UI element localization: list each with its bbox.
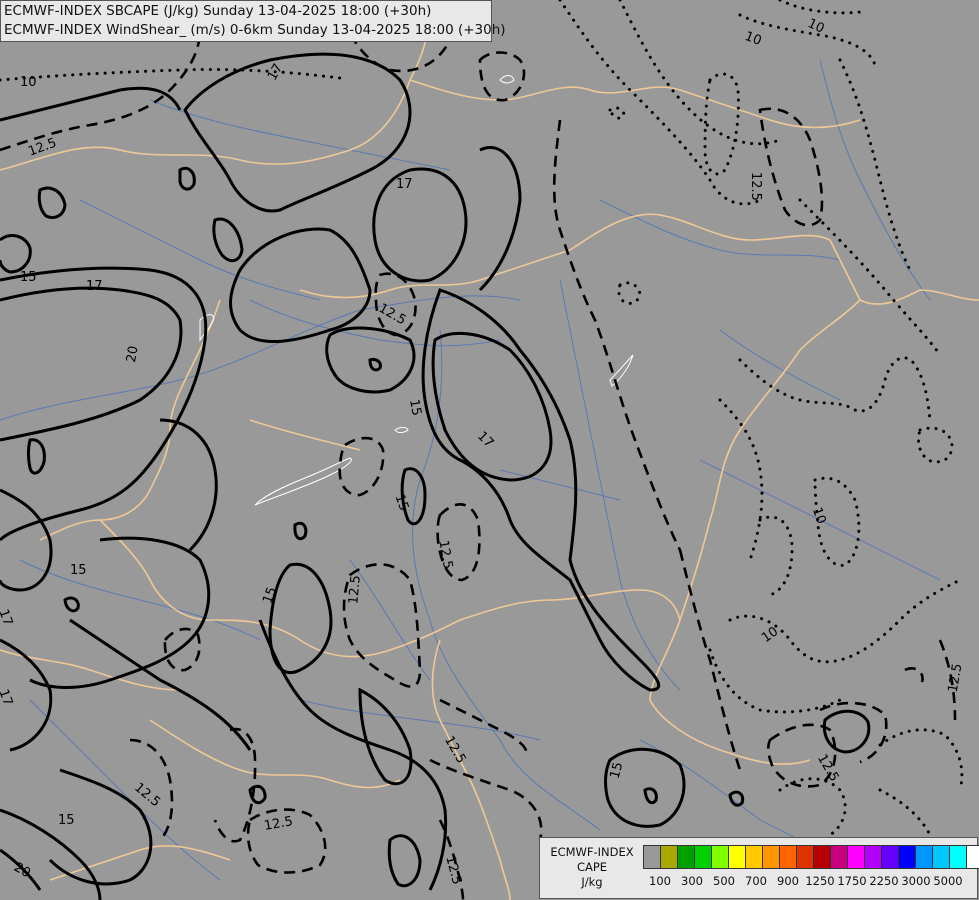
legend-swatch [729,846,746,868]
weather-map: 10 17 10 10 12.5 17 12.5 15 17 20 12.5 1… [0,0,979,900]
contour-label: 15 [58,813,75,828]
contour-label: 17 [86,279,103,294]
legend-tick-label: 2250 [869,874,899,888]
legend-swatch [780,846,797,868]
legend-swatch [882,846,899,868]
color-legend: ECMWF-INDEX CAPE J/kg 100 300 500 700 900 125… [539,837,979,899]
legend-swatch [763,846,780,868]
contour-label: 15 [70,563,87,578]
legend-swatch [916,846,933,868]
legend-swatch [695,846,712,868]
legend-swatch [746,846,763,868]
legend-swatch [933,846,950,868]
legend-swatch [712,846,729,868]
legend-tick-label: 1250 [805,874,835,888]
legend-swatch [950,846,967,868]
contour-label: 10 [20,75,37,90]
contour-label: 12.5 [346,575,363,605]
legend-swatch [899,846,916,868]
legend-tick-label: 900 [777,874,799,888]
contour-label: 15 [20,270,37,285]
legend-tick-label: 500 [713,874,735,888]
legend-title: ECMWF-INDEX CAPE J/kg [544,845,640,890]
contour-label: 12.5 [748,172,763,201]
legend-swatch [644,846,661,868]
legend-swatch [661,846,678,868]
legend-swatch [848,846,865,868]
contour-label: 17 [396,177,413,192]
map-title-box: ECMWF-INDEX SBCAPE (J/kg) Sunday 13-04-2… [0,0,506,42]
legend-swatch [967,846,979,868]
legend-title-line: ECMWF-INDEX [550,845,634,859]
legend-swatch [865,846,882,868]
contour-label: 20 [124,345,142,364]
legend-swatch [831,846,848,868]
legend-ticks: 100 300 500 700 900 1250 1750 2250 3000 5000 [643,874,973,890]
legend-swatch [814,846,831,868]
title-line-cape: ECMWF-INDEX SBCAPE (J/kg) Sunday 13-04-2… [4,3,432,19]
legend-tick-label: 5000 [933,874,963,888]
legend-tick-label: 3000 [901,874,931,888]
legend-swatch [678,846,695,868]
legend-title-line: CAPE [576,860,608,874]
title-line-windshear: ECMWF-INDEX WindShear_ (m/s) 0-6km Sunda… [4,22,506,38]
legend-tick-label: 100 [649,874,671,888]
legend-title-line: J/kg [581,875,603,889]
legend-tick-label: 700 [745,874,767,888]
legend-tick-label: 300 [681,874,703,888]
legend-tick-label: 1750 [837,874,867,888]
contour-label: 15 [406,398,424,417]
legend-swatch [797,846,814,868]
legend-swatches [643,845,979,869]
